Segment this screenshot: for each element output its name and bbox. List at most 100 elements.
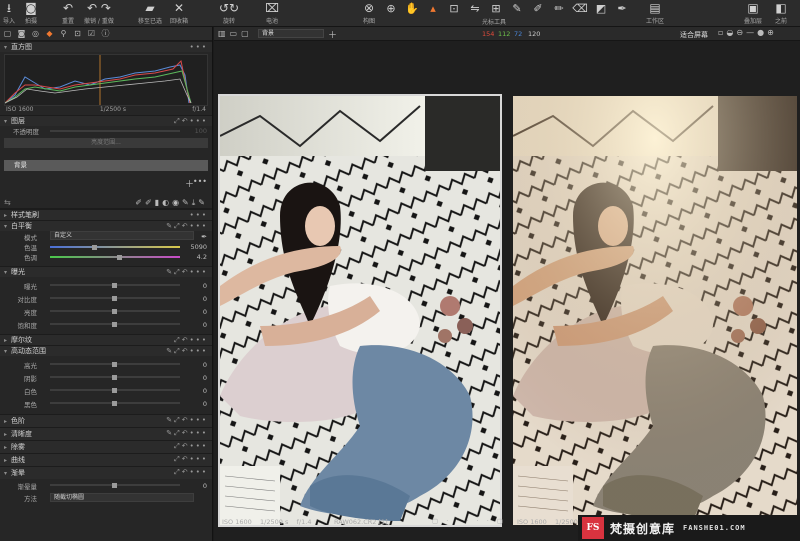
section-actions-icon[interactable]: ⤢↶••• <box>174 468 208 477</box>
collapse-arrow-icon: ▾ <box>4 117 8 125</box>
battery-button[interactable]: ⌧ 电池 <box>265 1 279 25</box>
eyedropper-icon[interactable]: ✒ <box>201 233 207 241</box>
add-icon[interactable]: ＋ <box>328 28 337 41</box>
more-icon[interactable]: ••• <box>190 211 208 219</box>
section-actions-icon[interactable]: ✎⤢↶••• <box>166 429 208 438</box>
crop-tool-icon[interactable]: ⊡ <box>447 2 461 15</box>
rotate-button[interactable]: ↺↻ 旋转 <box>218 1 240 25</box>
blacks-knob[interactable] <box>112 401 117 406</box>
section-actions-icon[interactable]: ⤢↶••• <box>174 117 208 126</box>
mask-tools-icon[interactable]: ✐✐▮◐◉✎⤓✎ <box>135 198 208 208</box>
before-button[interactable]: ◧ 之前 <box>774 1 788 25</box>
more-icon[interactable]: ••• <box>193 177 207 186</box>
swap-icon[interactable]: ⇆ <box>4 198 11 207</box>
histogram-exif: ISO 1600 1/2500 s f/1.4 <box>6 106 206 113</box>
section-actions-icon[interactable]: ✎⤢↶••• <box>166 222 208 231</box>
white-balance-header[interactable]: ▾ 白平衡 ✎⤢↶••• <box>0 220 212 231</box>
zoom-controls-icon[interactable]: ▫◒⊖—●⊕ <box>718 28 777 37</box>
layers-header[interactable]: ▾ 图层 ⤢↶••• <box>0 115 212 126</box>
watermark-domain: FANSHE01.COM <box>683 524 746 532</box>
highlights-row: 高光 0 <box>24 360 207 370</box>
pan-tool-icon[interactable]: ✋ <box>405 2 419 15</box>
reset-button[interactable]: ↶ 重置 <box>61 1 75 25</box>
brush-tool-icon[interactable]: ✏ <box>552 2 566 15</box>
view-mode-icons[interactable]: ▥▭▢ <box>218 29 253 38</box>
gradient-tool-icon[interactable]: ◩ <box>594 2 608 15</box>
layer-dropdown[interactable]: 背景 <box>258 29 324 38</box>
histogram-header[interactable]: ▾ 直方图 ••• <box>0 41 212 52</box>
section-actions-icon[interactable]: ✎⤢↶••• <box>166 416 208 425</box>
section-actions-icon[interactable]: ⤢↶••• <box>174 455 208 464</box>
info-tab-icon[interactable]: ⓘ <box>101 28 110 39</box>
clarity-header[interactable]: ▸ 清晰度 ✎⤢↶••• <box>0 427 212 440</box>
section-actions-icon[interactable]: ✎⤢↶••• <box>166 268 208 277</box>
workspace-button[interactable]: ▤ 工作区 <box>646 1 664 25</box>
overlay-button[interactable]: ▣ 叠加层 <box>744 1 762 25</box>
tint-slider[interactable] <box>50 256 180 258</box>
straighten-tool-icon[interactable]: ⇋ <box>468 2 482 15</box>
watermark-logo: FS <box>582 517 604 539</box>
vignette-amount-knob[interactable] <box>112 483 117 488</box>
exposure-knob[interactable] <box>112 283 117 288</box>
top-toolbar: ⭳ 导入 ◙ 拍摄 ↶ 重置 ↶ ↷ 撤销 / 重做 ▰ 移至已选 ✕ 回收箱 … <box>0 0 800 27</box>
more-icon[interactable]: ••• <box>190 43 208 51</box>
histogram-graph <box>4 54 208 106</box>
brightness-knob[interactable] <box>112 309 117 314</box>
moire-header[interactable]: ▸ 摩尔纹 ⤢↶••• <box>0 334 212 345</box>
trash-button[interactable]: ✕ 回收箱 <box>170 1 188 25</box>
rotate-icon: ↺↻ <box>218 1 240 15</box>
highlights-knob[interactable] <box>112 362 117 367</box>
import-button[interactable]: ⭳ 导入 <box>2 1 16 25</box>
annotate-tool-icon[interactable]: ✒ <box>615 2 629 15</box>
hdr-header[interactable]: ▾ 高动态范围 ✎⤢↶••• <box>0 345 212 356</box>
eraser-tool-icon[interactable]: ⌫ <box>572 2 588 15</box>
compose-button[interactable]: ⊗ 构图 <box>362 1 376 25</box>
curve-header[interactable]: ▸ 曲线 ⤢↶••• <box>0 453 212 466</box>
capture-tab-icon[interactable]: ◙ <box>17 29 26 38</box>
vignette-method-select[interactable]: 随截切椭圆 <box>50 493 194 502</box>
keystone-tool-icon[interactable]: ⊞ <box>489 2 503 15</box>
contrast-knob[interactable] <box>112 296 117 301</box>
photo-variant-edited[interactable] <box>513 96 797 525</box>
crop-tab-icon[interactable]: ⊡ <box>73 29 82 38</box>
undo-redo-button[interactable]: ↶ ↷ 撤销 / 重做 <box>84 1 114 25</box>
exposure-header[interactable]: ▾ 曝光 ✎⤢↶••• <box>0 266 212 277</box>
brightness-range-button[interactable]: 亮度范围... <box>4 138 208 148</box>
section-actions-icon[interactable]: ⤢↶••• <box>174 442 208 451</box>
vignette-method-row: 方法 随截切椭圆 <box>0 492 212 504</box>
opacity-slider[interactable] <box>50 130 180 132</box>
lens-tab-icon[interactable]: ◎ <box>31 29 40 38</box>
move-selected-button[interactable]: ▰ 移至已选 <box>138 1 162 25</box>
spot-tool-icon[interactable]: ✎ <box>510 2 524 15</box>
section-actions-icon[interactable]: ✎⤢↶••• <box>166 347 208 356</box>
dehaze-header[interactable]: ▸ 除雾 ⤢↶••• <box>0 440 212 453</box>
color-picker-tool-icon[interactable]: ▴ <box>426 2 440 15</box>
fit-to-screen[interactable]: 适合屏幕 <box>680 30 708 40</box>
wb-mode-select[interactable]: 自定义 <box>50 231 194 240</box>
style-brush-header[interactable]: ▸ 样式笔刷 ••• <box>0 209 212 220</box>
folder-icon: ▰ <box>145 1 155 15</box>
saturation-knob[interactable] <box>112 322 117 327</box>
section-actions-icon[interactable]: ⤢↶••• <box>174 336 208 345</box>
select-tool-icon[interactable]: ⊕ <box>384 2 398 15</box>
left-exif: ISO 1600 1/2500 s f/1.4 <box>222 518 312 526</box>
rating-dots[interactable]: ▢ · · · · · ▢ <box>432 517 506 525</box>
collapse-arrow-icon: ▾ <box>4 43 8 51</box>
whites-knob[interactable] <box>112 388 117 393</box>
cursor-tools-label: 光标工具 <box>482 19 507 26</box>
library-tab-icon[interactable]: ▢ <box>3 29 12 38</box>
search-tab-icon[interactable]: ⚲ <box>59 29 68 38</box>
capture-button[interactable]: ◙ 拍摄 <box>24 1 38 25</box>
metadata-tab-icon[interactable]: ☑ <box>87 29 96 38</box>
temperature-slider[interactable] <box>50 246 180 248</box>
pen-tool-icon[interactable]: ✐ <box>531 2 545 15</box>
photo-variant-original[interactable] <box>218 94 502 527</box>
vignette-header[interactable]: ▾ 渐晕 ⤢↶••• <box>0 466 212 479</box>
color-tab-icon[interactable]: ◆ <box>45 29 54 38</box>
tint-knob[interactable] <box>117 254 122 260</box>
shadows-knob[interactable] <box>112 375 117 380</box>
levels-header[interactable]: ▸ 色阶 ✎⤢↶••• <box>0 414 212 427</box>
temperature-knob[interactable] <box>92 244 97 250</box>
expand-arrow-icon: ▸ <box>4 336 8 344</box>
layer-item-background[interactable]: 背景 <box>4 160 208 171</box>
